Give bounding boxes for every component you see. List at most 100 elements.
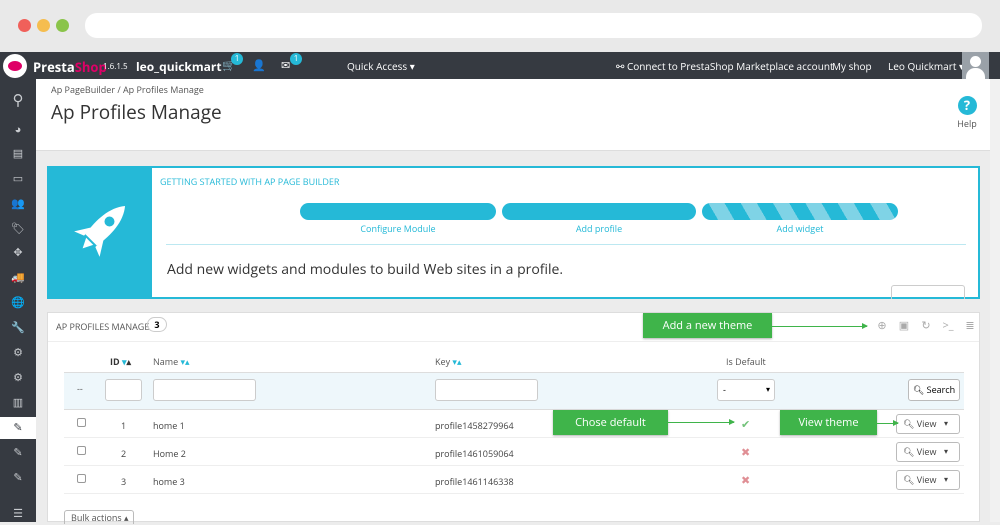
quick-access-menu[interactable]: Quick Access ▾ [347, 59, 415, 73]
customers-icon[interactable]: 👥 [0, 193, 36, 215]
avatar[interactable] [962, 52, 989, 79]
header-id[interactable]: ID ▾▴ [110, 355, 131, 368]
cell-id: 3 [121, 475, 127, 488]
zoom-icon: 🔍︎ [903, 445, 915, 458]
chevron-down-icon[interactable]: ▾ [944, 443, 948, 461]
breadcrumb[interactable]: Ap PageBuilder / Ap Profiles Manage [51, 83, 204, 96]
sql-icon[interactable]: >_ [939, 318, 957, 334]
search-button[interactable]: 🔍︎ Search [908, 379, 960, 401]
step-bar-widget [702, 203, 898, 220]
table-row: 3 home 3 profile1461146338 ✖ 🔍︎ View ▾ [64, 466, 964, 494]
getting-started-button[interactable] [891, 285, 965, 299]
cell-id: 2 [121, 447, 127, 460]
shop-name[interactable]: leo_quickmart [136, 58, 222, 75]
help-button[interactable]: ? Help [956, 96, 978, 130]
help-label: Help [957, 117, 977, 130]
database-icon[interactable]: ≣ [961, 318, 979, 334]
filter-dash: -- [77, 382, 83, 395]
address-bar[interactable] [85, 13, 982, 38]
shipping-icon[interactable]: 🚚 [0, 267, 36, 289]
filter-key-input[interactable] [435, 379, 538, 401]
step-add-profile[interactable]: Add profile [502, 222, 696, 235]
orders-icon[interactable]: ▭ [0, 168, 36, 190]
cross-icon[interactable]: ✖ [741, 473, 750, 488]
getting-started-text: Add new widgets and modules to build Web… [167, 260, 564, 279]
mail-icon[interactable]: ✉ [281, 58, 290, 73]
filter-row: -- - ▾ 🔍︎ Search [64, 372, 964, 410]
header-key[interactable]: Key ▾▴ [435, 355, 461, 368]
help-icon: ? [957, 96, 977, 115]
localization-icon[interactable]: 🌐 [0, 292, 36, 314]
close-window-button[interactable] [18, 19, 31, 32]
edit-icon[interactable]: ✎ [0, 442, 36, 464]
cell-key: profile1461059064 [435, 447, 514, 460]
catalog-icon[interactable]: ▤ [0, 143, 36, 165]
chevron-down-icon: ▾ [765, 384, 770, 395]
page-scrollbar[interactable] [990, 79, 1000, 522]
search-icon[interactable]: ⚲ [0, 89, 36, 111]
filter-name-input[interactable] [153, 379, 256, 401]
customer-icon[interactable]: 👤 [252, 58, 266, 73]
step-bar-profile [502, 203, 696, 220]
filter-default-select[interactable]: - ▾ [717, 379, 775, 401]
filter-id-input[interactable] [105, 379, 142, 401]
marketplace-connect-link[interactable]: ⚯ Connect to PrestaShop Marketplace acco… [616, 59, 834, 73]
browser-chrome [0, 0, 1000, 52]
callout-chose-default: Chose default [553, 410, 668, 435]
check-icon[interactable]: ✔ [741, 417, 750, 432]
chevron-down-icon[interactable]: ▾ [944, 471, 948, 489]
row-checkbox[interactable] [77, 474, 86, 483]
callout-view-theme: View theme [780, 410, 877, 435]
chevron-down-icon[interactable]: ▾ [944, 415, 948, 433]
getting-started-title: GETTING STARTED WITH AP PAGE BUILDER [160, 175, 340, 188]
cell-key: profile1461146338 [435, 475, 514, 488]
refresh-icon[interactable]: ↻ [917, 318, 935, 334]
step-bar-configure [300, 203, 496, 220]
page-title: Ap Profiles Manage [51, 99, 222, 125]
cell-id: 1 [121, 419, 127, 432]
user-menu[interactable]: Leo Quickmart ▾ [888, 59, 964, 73]
panel-title: AP PROFILES MANAGE [56, 320, 150, 333]
divider [48, 341, 979, 342]
link-icon: ⚯ [616, 59, 627, 73]
view-button[interactable]: 🔍︎ View ▾ [896, 442, 960, 462]
preferences-icon[interactable]: 🔧 [0, 317, 36, 339]
row-checkbox[interactable] [77, 418, 86, 427]
cross-icon[interactable]: ✖ [741, 445, 750, 460]
my-shop-link[interactable]: My shop [832, 59, 872, 73]
sidebar: ⚲ ◕ ▤ ▭ 👥 🏷 ✥ 🚚 🌐 🔧 ⚙ ⚙ ▥ ✎ ✎ ✎ ☰ [0, 79, 36, 522]
stats-icon[interactable]: ▥ [0, 392, 36, 414]
administration-icon[interactable]: ⚙ [0, 367, 36, 389]
pagebuilder-icon[interactable]: ✎ [0, 417, 36, 439]
table-row: 2 Home 2 profile1461059064 ✖ 🔍︎ View ▾ [64, 438, 964, 466]
view-button[interactable]: 🔍︎ View ▾ [896, 414, 960, 434]
price-rules-icon[interactable]: 🏷 [0, 218, 36, 240]
rocket-icon [49, 168, 152, 297]
search-icon: 🔍︎ [912, 383, 925, 396]
minimize-window-button[interactable] [37, 19, 50, 32]
view-button[interactable]: 🔍︎ View ▾ [896, 470, 960, 490]
admin-topbar: PrestaShop 1.6.1.5 leo_quickmart 🛒 1 👤 ✉… [0, 52, 1000, 79]
cell-name: Home 2 [153, 447, 186, 460]
prestashop-logo[interactable] [3, 54, 27, 78]
row-checkbox[interactable] [77, 446, 86, 455]
modules-icon[interactable]: ✥ [0, 242, 36, 264]
brand-name: PrestaShop [33, 58, 107, 76]
header-is-default: Is Default [726, 355, 766, 368]
header-name[interactable]: Name ▾▴ [153, 355, 190, 368]
maximize-window-button[interactable] [56, 19, 69, 32]
arrow-add-theme [772, 323, 868, 329]
step-add-widget[interactable]: Add widget [702, 222, 898, 235]
advanced-params-icon[interactable]: ⚙ [0, 342, 36, 364]
mail-badge: 1 [290, 53, 302, 65]
cart-badge: 1 [231, 53, 243, 65]
count-badge: 3 [147, 317, 167, 332]
step-configure-module[interactable]: Configure Module [300, 222, 496, 235]
zoom-icon: 🔍︎ [903, 473, 915, 486]
getting-started-panel: GETTING STARTED WITH AP PAGE BUILDER Con… [47, 166, 980, 299]
pencil-icon[interactable]: ✎ [0, 467, 36, 489]
dashboard-icon[interactable]: ◕ [0, 119, 36, 141]
arrow-chose-default [668, 419, 735, 425]
export-icon[interactable]: ▣ [895, 318, 913, 334]
add-new-icon[interactable]: ⊕ [873, 318, 891, 334]
